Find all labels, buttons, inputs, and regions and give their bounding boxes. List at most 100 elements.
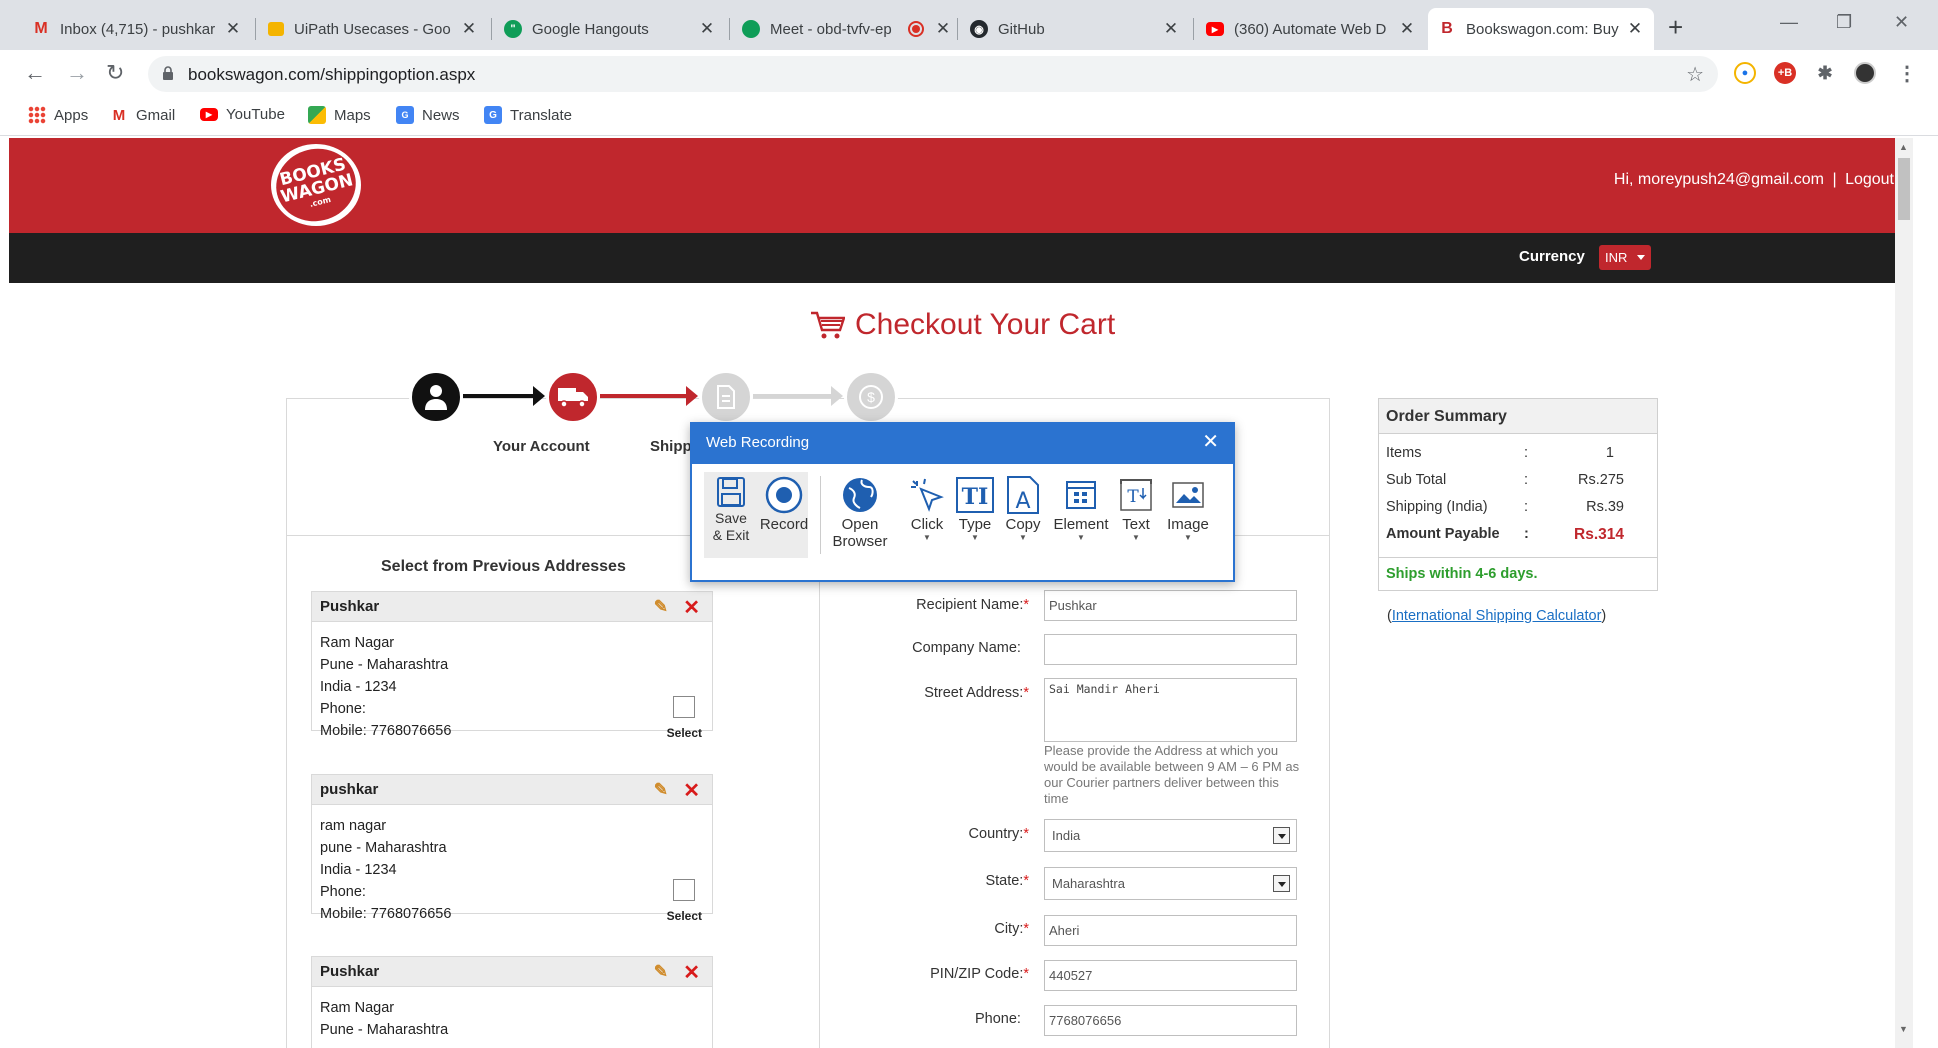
tab-title: Google Hangouts bbox=[532, 20, 649, 38]
avatar[interactable] bbox=[1854, 62, 1876, 84]
delete-x-icon[interactable]: ✕ bbox=[683, 778, 700, 803]
summary-row-amount-payable: Amount Payable : Rs.314 bbox=[1386, 526, 1654, 543]
edit-pencil-icon[interactable]: ✎ bbox=[654, 780, 668, 800]
address-select[interactable]: Select bbox=[667, 879, 702, 927]
image-button[interactable]: Image ▼ bbox=[1164, 474, 1212, 543]
street-address-field[interactable]: Sai Mandir Aheri bbox=[1044, 678, 1297, 742]
tab-gmail[interactable]: M Inbox (4,715) - pushkar ✕ bbox=[22, 8, 252, 50]
extension-icon[interactable]: ● bbox=[1734, 62, 1756, 84]
scroll-up-icon[interactable]: ▲ bbox=[1899, 142, 1908, 152]
summary-row-subtotal: Sub Total : Rs.275 bbox=[1386, 472, 1654, 488]
edit-pencil-icon[interactable]: ✎ bbox=[654, 597, 668, 617]
dropdown-arrow-icon[interactable] bbox=[1273, 875, 1290, 892]
open-browser-button[interactable]: Open Browser bbox=[826, 474, 894, 550]
record-button[interactable]: Record bbox=[758, 474, 810, 533]
type-button[interactable]: TI Type ▼ bbox=[954, 474, 996, 543]
logout-link[interactable]: Logout bbox=[1845, 171, 1894, 188]
pin-zip-field[interactable]: 440527 bbox=[1044, 960, 1297, 991]
copy-button[interactable]: A Copy ▼ bbox=[1002, 474, 1044, 543]
recipient-label: Recipient Name:* bbox=[916, 597, 1029, 613]
dropdown-arrow-icon[interactable] bbox=[1273, 827, 1290, 844]
click-button[interactable]: Click ▼ bbox=[906, 474, 948, 543]
select-checkbox[interactable] bbox=[673, 879, 696, 901]
translate-icon: G bbox=[484, 106, 502, 124]
address-card-header: Pushkar ✎ ✕ bbox=[312, 957, 712, 987]
dropdown-caret-icon[interactable]: ▼ bbox=[906, 533, 948, 543]
tab-separator bbox=[491, 18, 492, 40]
text-button[interactable]: T Text ▼ bbox=[1116, 474, 1156, 543]
reload-button[interactable]: ↻ bbox=[106, 60, 124, 86]
tool-label: Image bbox=[1167, 516, 1209, 533]
company-name-field[interactable] bbox=[1044, 634, 1297, 665]
close-icon[interactable]: ✕ bbox=[224, 20, 242, 38]
tab-github[interactable]: ◉ GitHub ✕ bbox=[960, 8, 1190, 50]
puzzle-icon[interactable]: ✱ bbox=[1814, 62, 1836, 84]
close-icon[interactable]: ✕ bbox=[460, 20, 478, 38]
dropdown-caret-icon[interactable]: ▼ bbox=[1002, 533, 1044, 543]
bookmark-news[interactable]: G News bbox=[396, 106, 460, 124]
summary-sep: : bbox=[1524, 526, 1529, 542]
bookmark-maps[interactable]: Maps bbox=[308, 106, 371, 124]
address-line: Ram Nagar bbox=[320, 635, 395, 651]
step-payment: $ bbox=[844, 370, 898, 424]
recipient-name-field[interactable]: Pushkar bbox=[1044, 590, 1297, 621]
state-select[interactable]: Maharashtra bbox=[1044, 867, 1297, 900]
bookswagon-logo[interactable]: BOOKS WAGON .com bbox=[268, 140, 364, 230]
tab-meet[interactable]: Meet - obd-tvfv-ep ✕ bbox=[732, 8, 962, 50]
dropdown-caret-icon[interactable]: ▼ bbox=[1116, 533, 1156, 543]
bookmark-translate[interactable]: G Translate bbox=[484, 106, 572, 124]
summary-label: Sub Total bbox=[1386, 472, 1447, 488]
phone-field[interactable]: 7768076656 bbox=[1044, 1005, 1297, 1036]
address-select[interactable]: Select bbox=[667, 696, 702, 744]
select-checkbox[interactable] bbox=[673, 696, 696, 718]
address-line: India - 1234 bbox=[320, 679, 397, 695]
city-field[interactable]: Aheri bbox=[1044, 915, 1297, 946]
bookmark-youtube[interactable]: ▶ YouTube bbox=[200, 106, 285, 123]
summary-value: Rs.314 bbox=[1574, 526, 1624, 543]
save-exit-button[interactable]: Save & Exit bbox=[708, 474, 754, 544]
restore-button[interactable]: ❐ bbox=[1836, 12, 1852, 33]
tab-hangouts[interactable]: " Google Hangouts ✕ bbox=[494, 8, 726, 50]
summary-value: 1 bbox=[1605, 445, 1614, 461]
tab-uipath[interactable]: UiPath Usecases - Goo ✕ bbox=[258, 8, 488, 50]
url-text[interactable]: bookswagon.com/shippingoption.aspx bbox=[188, 65, 475, 85]
tab-youtube[interactable]: ▶ (360) Automate Web D ✕ bbox=[1196, 8, 1426, 50]
company-label: Company Name: bbox=[912, 640, 1021, 656]
close-icon[interactable]: ✕ bbox=[698, 20, 716, 38]
page-scrollbar[interactable]: ▲ ▼ bbox=[1895, 138, 1913, 1048]
currency-dropdown[interactable]: INR bbox=[1599, 245, 1651, 270]
close-icon[interactable]: ✕ bbox=[1398, 20, 1416, 38]
save-icon bbox=[717, 477, 745, 507]
slides-icon bbox=[268, 22, 284, 36]
close-icon[interactable]: ✕ bbox=[1202, 431, 1219, 453]
forward-button[interactable]: → bbox=[66, 60, 88, 86]
intl-shipping-calculator-link[interactable]: International Shipping Calculator bbox=[1392, 608, 1602, 624]
scrollbar-thumb[interactable] bbox=[1898, 158, 1910, 220]
address-bar[interactable]: bookswagon.com/shippingoption.aspx ☆ bbox=[148, 56, 1718, 92]
delete-x-icon[interactable]: ✕ bbox=[683, 595, 700, 620]
close-icon[interactable]: ✕ bbox=[934, 20, 952, 38]
bookmark-apps[interactable]: Apps bbox=[28, 106, 88, 124]
menu-dots-icon[interactable]: ⋮ bbox=[1896, 62, 1918, 85]
dropdown-caret-icon[interactable]: ▼ bbox=[1052, 533, 1110, 543]
extension-icon[interactable]: +B bbox=[1774, 62, 1796, 84]
summary-value: Rs.39 bbox=[1586, 499, 1624, 515]
element-button[interactable]: Element ▼ bbox=[1052, 474, 1110, 543]
window-close-button[interactable]: ✕ bbox=[1894, 12, 1909, 33]
bookmark-label: Translate bbox=[510, 106, 572, 124]
bookmark-star-icon[interactable]: ☆ bbox=[1686, 62, 1704, 87]
svg-text:T: T bbox=[1127, 487, 1139, 507]
minimize-button[interactable]: — bbox=[1780, 12, 1798, 33]
country-select[interactable]: India bbox=[1044, 819, 1297, 852]
close-icon[interactable]: ✕ bbox=[1162, 20, 1180, 38]
bookmark-gmail[interactable]: M Gmail bbox=[110, 106, 175, 124]
scroll-down-icon[interactable]: ▼ bbox=[1899, 1024, 1908, 1034]
edit-pencil-icon[interactable]: ✎ bbox=[654, 962, 668, 982]
dropdown-caret-icon[interactable]: ▼ bbox=[1164, 533, 1212, 543]
delete-x-icon[interactable]: ✕ bbox=[683, 960, 700, 985]
new-tab-button[interactable]: + bbox=[1668, 14, 1683, 40]
tab-bookswagon[interactable]: B Bookswagon.com: Buy ✕ bbox=[1428, 8, 1654, 50]
dropdown-caret-icon[interactable]: ▼ bbox=[954, 533, 996, 543]
back-button[interactable]: ← bbox=[24, 60, 46, 86]
close-icon[interactable]: ✕ bbox=[1626, 20, 1644, 38]
